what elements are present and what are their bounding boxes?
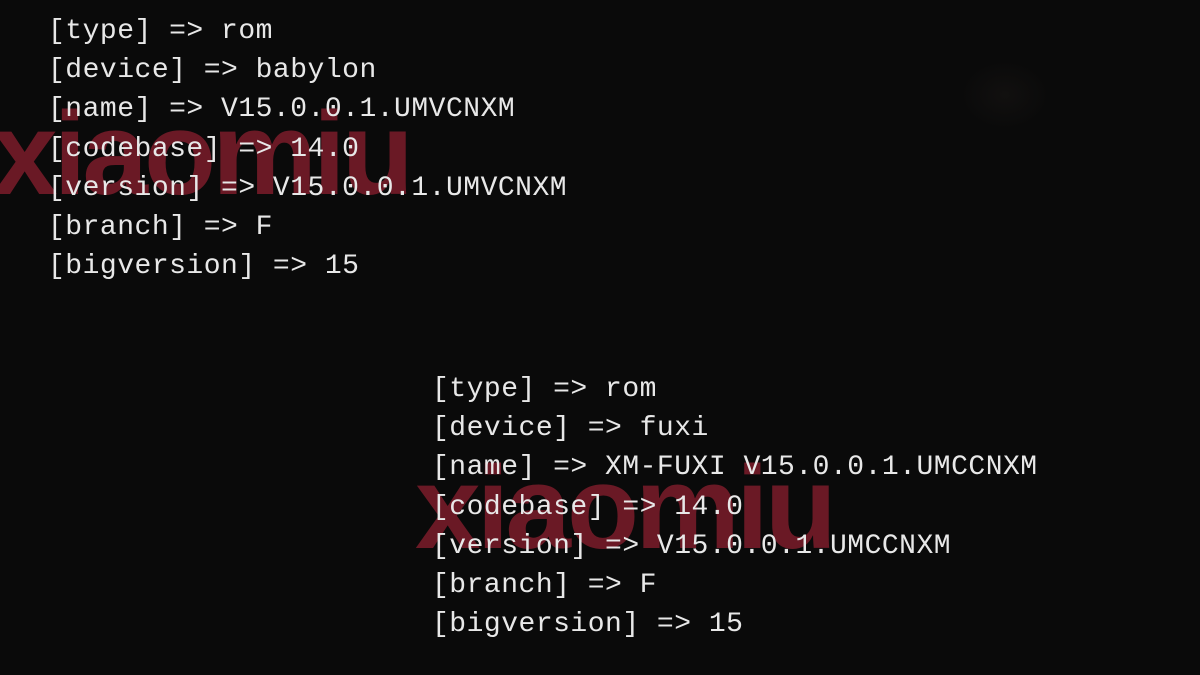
output-block-fuxi: [type] => rom [device] => fuxi [name] =>… — [432, 370, 1038, 644]
line-device: [device] => fuxi — [432, 409, 1038, 448]
output-block-babylon: [type] => rom [device] => babylon [name]… — [48, 12, 567, 286]
line-device: [device] => babylon — [48, 51, 567, 90]
line-version: [version] => V15.0.0.1.UMCCNXM — [432, 527, 1038, 566]
line-bigversion: [bigversion] => 15 — [48, 247, 567, 286]
line-codebase: [codebase] => 14.0 — [48, 130, 567, 169]
line-bigversion: [bigversion] => 15 — [432, 605, 1038, 644]
line-version: [version] => V15.0.0.1.UMVCNXM — [48, 169, 567, 208]
line-name: [name] => V15.0.0.1.UMVCNXM — [48, 90, 567, 129]
line-type: [type] => rom — [48, 12, 567, 51]
line-branch: [branch] => F — [48, 208, 567, 247]
line-type: [type] => rom — [432, 370, 1038, 409]
line-name: [name] => XM-FUXI V15.0.0.1.UMCCNXM — [432, 448, 1038, 487]
line-codebase: [codebase] => 14.0 — [432, 488, 1038, 527]
terminal-output: xiaomiu [type] => rom [device] => babylo… — [0, 0, 1200, 675]
smudge-artifact — [960, 60, 1050, 130]
line-branch: [branch] => F — [432, 566, 1038, 605]
